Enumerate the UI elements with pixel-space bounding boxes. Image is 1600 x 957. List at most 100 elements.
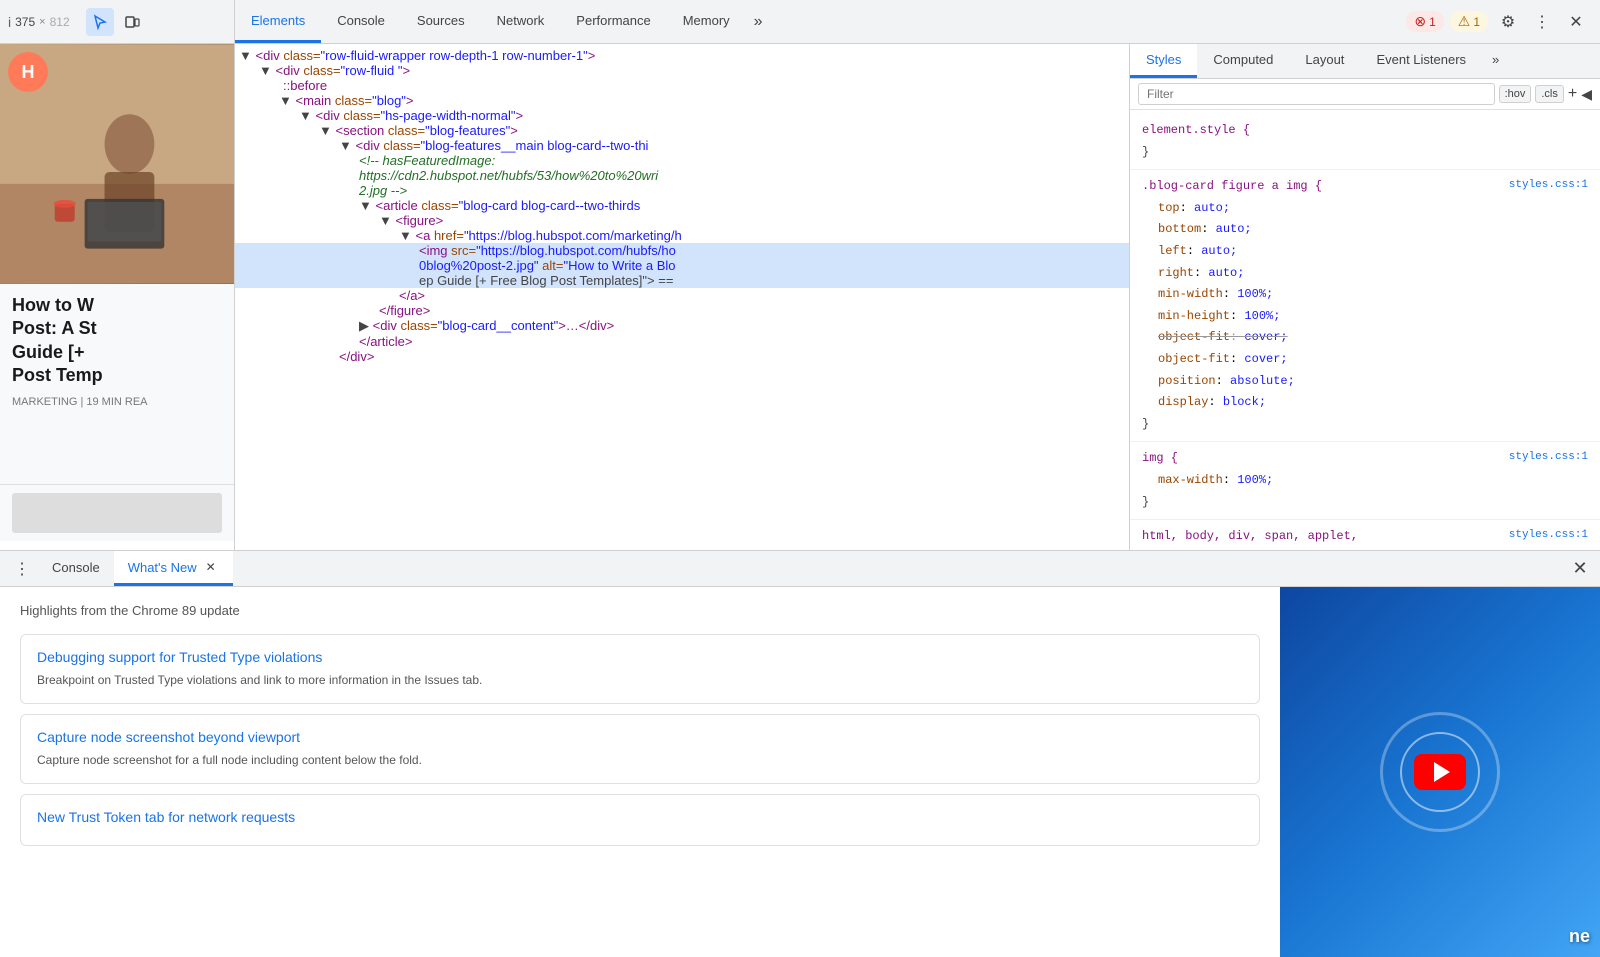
feature-title-1: Capture node screenshot beyond viewport <box>37 729 1243 745</box>
warn-icon: ⚠ <box>1458 13 1471 30</box>
tab-event-listeners[interactable]: Event Listeners <box>1360 44 1482 78</box>
css-block-element-style: element.style { } <box>1130 114 1600 170</box>
page-text-content: How to WPost: A StGuide [+Post Temp MARK… <box>0 284 234 418</box>
whats-new-video: ne <box>1280 587 1600 957</box>
collapse-arrow[interactable]: ▼ <box>235 63 272 78</box>
html-line[interactable]: https://cdn2.hubspot.net/hubfs/53/how%20… <box>235 168 1129 183</box>
feature-card-0[interactable]: Debugging support for Trusted Type viola… <box>20 634 1260 704</box>
feature-desc-1: Capture node screenshot for a full node … <box>37 751 1243 769</box>
css-prop-line-strikethrough: object-fit: cover; <box>1142 327 1588 349</box>
tab-performance[interactable]: Performance <box>560 0 666 43</box>
css-source-link[interactable]: styles.css:1 <box>1509 526 1588 546</box>
yt-outer-circle <box>1380 712 1500 832</box>
styles-tabs: Styles Computed Layout Event Listeners » <box>1130 44 1600 79</box>
tab-layout[interactable]: Layout <box>1289 44 1360 78</box>
close-bottom-panel-button[interactable]: ✕ <box>1566 555 1594 583</box>
html-line-selected[interactable]: 0blog%20post-2.jpg" alt="How to Write a … <box>235 258 1129 273</box>
css-close-brace: } <box>1142 495 1149 509</box>
tab-memory[interactable]: Memory <box>667 0 746 43</box>
html-line[interactable]: ▼ <article class="blog-card blog-card--t… <box>235 198 1129 213</box>
html-line[interactable]: ::before <box>235 78 1129 93</box>
feature-card-2[interactable]: New Trust Token tab for network requests <box>20 794 1260 846</box>
page-preview: H <box>0 44 234 484</box>
html-line[interactable]: </a> <box>235 288 1129 303</box>
html-line[interactable]: </div> <box>235 349 1129 364</box>
whats-new-content: Highlights from the Chrome 89 update Deb… <box>0 587 1280 957</box>
bottom-tab-close[interactable]: ✕ <box>203 559 219 575</box>
youtube-play-button[interactable] <box>1414 754 1466 790</box>
filter-hov-button[interactable]: :hov <box>1499 85 1532 103</box>
css-source-link[interactable]: styles.css:1 <box>1509 176 1588 196</box>
filter-arrow-button[interactable]: ◀ <box>1581 86 1592 103</box>
filter-input[interactable] <box>1138 83 1495 105</box>
page-title: How to WPost: A StGuide [+Post Temp <box>12 294 222 388</box>
tab-sep: 812 <box>50 15 70 29</box>
more-options-button[interactable]: ⋮ <box>1528 8 1556 36</box>
youtube-thumbnail[interactable]: ne <box>1280 587 1600 957</box>
collapse-arrow[interactable]: ▼ <box>235 138 352 153</box>
devtools-topbar: i 375 × 812 Elements Console <box>0 0 1600 44</box>
bottom-tabs-bar: ⋮ Console What's New ✕ ✕ <box>0 551 1600 587</box>
cursor-tool-button[interactable] <box>86 8 114 36</box>
css-prop-line: left: auto; <box>1142 241 1588 263</box>
more-options-icon: ⋮ <box>1534 12 1550 32</box>
html-line[interactable]: ▼ <figure> <box>235 213 1129 228</box>
bottom-more-icon[interactable]: ⋮ <box>6 559 38 579</box>
yt-label: ne <box>1569 926 1590 947</box>
css-source-link[interactable]: styles.css:1 <box>1509 448 1588 468</box>
html-line[interactable]: 2.jpg --> <box>235 183 1129 198</box>
tab-close-icon[interactable]: × <box>39 16 45 28</box>
device-tool-button[interactable] <box>118 8 146 36</box>
feature-title-0: Debugging support for Trusted Type viola… <box>37 649 1243 665</box>
html-line[interactable]: <!-- hasFeaturedImage: <box>235 153 1129 168</box>
filter-bar: :hov .cls + ◀ <box>1130 79 1600 110</box>
css-prop-line: top: auto; <box>1142 198 1588 220</box>
bottom-tab-whats-new[interactable]: What's New ✕ <box>114 551 233 586</box>
html-line-selected[interactable]: <img src="https://blog.hubspot.com/hubfs… <box>235 243 1129 258</box>
tab-elements[interactable]: Elements <box>235 0 321 43</box>
html-line[interactable]: ▼ <section class="blog-features"> <box>235 123 1129 138</box>
collapse-arrow[interactable]: ▼ <box>235 228 412 243</box>
collapse-arrow[interactable]: ▼ <box>235 213 392 228</box>
html-line[interactable]: </figure> <box>235 303 1129 318</box>
filter-cls-button[interactable]: .cls <box>1535 85 1564 103</box>
close-devtools-button[interactable]: ✕ <box>1562 8 1590 36</box>
feature-desc-0: Breakpoint on Trusted Type violations an… <box>37 671 1243 689</box>
tab-computed[interactable]: Computed <box>1197 44 1289 78</box>
html-line[interactable]: ▶ <div class="blog-card__content">…</div… <box>235 318 1129 334</box>
page-meta: MARKETING | 19 MIN REA <box>12 396 222 408</box>
html-line[interactable]: </article> <box>235 334 1129 349</box>
filter-add-button[interactable]: + <box>1568 85 1577 103</box>
css-prop-line: min-height: 100%; <box>1142 306 1588 328</box>
css-close-brace: } <box>1142 417 1149 431</box>
whats-new-header: Highlights from the Chrome 89 update <box>20 603 1260 618</box>
feature-card-1[interactable]: Capture node screenshot beyond viewport … <box>20 714 1260 784</box>
html-line[interactable]: ▼ <div class="row-fluid-wrapper row-dept… <box>235 48 1129 63</box>
tab-indicator: i 375 × 812 <box>8 14 70 30</box>
css-prop-line: display: block; <box>1142 392 1588 414</box>
warn-count: 1 <box>1473 15 1480 29</box>
tab-console[interactable]: Console <box>321 0 401 43</box>
tab-network[interactable]: Network <box>481 0 561 43</box>
html-line[interactable]: ▼ <div class="hs-page-width-normal"> <box>235 108 1129 123</box>
html-line[interactable]: ▼ <div class="blog-features__main blog-c… <box>235 138 1129 153</box>
collapse-arrow[interactable]: ▼ <box>235 48 252 63</box>
tab-number: 375 <box>15 15 35 29</box>
warn-badge: ⚠ 1 <box>1450 11 1488 32</box>
more-tabs-button[interactable]: » <box>746 0 771 43</box>
html-line[interactable]: ▼ <div class="row-fluid "> <box>235 63 1129 78</box>
settings-button[interactable]: ⚙ <box>1494 8 1522 36</box>
tab-sources[interactable]: Sources <box>401 0 481 43</box>
tab-styles[interactable]: Styles <box>1130 44 1197 78</box>
bottom-tab-console[interactable]: Console <box>38 551 114 586</box>
collapse-arrow[interactable]: ▼ <box>235 198 372 213</box>
collapse-arrow[interactable]: ▼ <box>235 123 332 138</box>
html-line[interactable]: ▼ <main class="blog"> <box>235 93 1129 108</box>
css-selector: html, body, div, span, applet, <box>1142 529 1358 543</box>
collapse-arrow[interactable]: ▼ <box>235 93 292 108</box>
styles-more-tabs[interactable]: » <box>1482 44 1509 78</box>
html-line[interactable]: ▼ <a href="https://blog.hubspot.com/mark… <box>235 228 1129 243</box>
collapse-arrow[interactable]: ▼ <box>235 108 312 123</box>
expand-arrow[interactable]: ▶ <box>235 318 369 333</box>
html-line-selected[interactable]: ep Guide [+ Free Blog Post Templates]"> … <box>235 273 1129 288</box>
